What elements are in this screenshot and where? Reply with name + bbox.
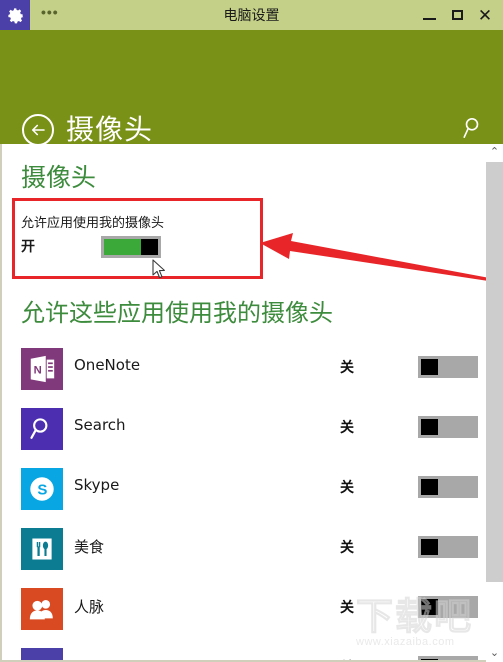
toggle-thumb bbox=[421, 359, 438, 375]
camera-permission-label: 允许应用使用我的摄像头 bbox=[21, 216, 165, 231]
camera-section-heading: 摄像头 bbox=[21, 163, 97, 192]
onenote-icon: N bbox=[21, 348, 63, 390]
people-icon bbox=[21, 588, 63, 630]
maximize-button[interactable] bbox=[443, 0, 471, 30]
red-pointer-arrow bbox=[260, 233, 495, 282]
camera-permission-toggle[interactable] bbox=[101, 236, 161, 258]
app-state: 关 bbox=[340, 420, 354, 436]
app-name: 日历 bbox=[74, 656, 104, 660]
apps-section-heading: 允许这些应用使用我的摄像头 bbox=[21, 299, 333, 327]
app-row-calendar[interactable]: 日历 关 bbox=[2, 648, 478, 660]
app-state: 关 bbox=[340, 360, 354, 376]
toggle-track-fill bbox=[438, 539, 475, 555]
app-row-onenote[interactable]: N OneNote 关 bbox=[2, 348, 478, 400]
app-toggle[interactable] bbox=[418, 356, 478, 378]
toggle-thumb bbox=[421, 539, 438, 555]
app-name: Skype bbox=[74, 476, 120, 494]
app-row-skype[interactable]: S Skype 关 bbox=[2, 468, 478, 520]
settings-content: 摄像头 允许应用使用我的摄像头 开 允许这些应用使用我的摄像头 N OneNot… bbox=[0, 144, 503, 662]
window-titlebar: ••• 电脑设置 ✕ bbox=[0, 0, 503, 30]
search-app-icon bbox=[21, 408, 63, 450]
camera-permission-state: 开 bbox=[21, 239, 35, 255]
toggle-thumb bbox=[141, 239, 158, 255]
pc-settings-window: ••• 电脑设置 ✕ 摄像头 摄像头 允许应用使用我的摄像头 开 允许这些应用使… bbox=[0, 0, 503, 662]
toggle-track-fill bbox=[438, 599, 475, 615]
app-toggle[interactable] bbox=[418, 596, 478, 618]
scroll-up-chevron-icon[interactable]: ⌃ bbox=[486, 144, 503, 161]
app-toggle[interactable] bbox=[418, 476, 478, 498]
app-row-people[interactable]: 人脉 关 bbox=[2, 588, 478, 640]
calendar-icon bbox=[21, 648, 63, 660]
toggle-thumb bbox=[421, 419, 438, 435]
app-toggle[interactable] bbox=[418, 416, 478, 438]
scroll-down-chevron-icon[interactable]: ⌄ bbox=[486, 645, 503, 662]
app-state: 关 bbox=[340, 540, 354, 556]
close-button[interactable]: ✕ bbox=[471, 0, 499, 30]
app-state: 关 bbox=[340, 657, 354, 660]
toggle-thumb bbox=[421, 479, 438, 495]
settings-app-icon[interactable] bbox=[0, 0, 30, 30]
app-row-food[interactable]: 美食 关 bbox=[2, 528, 478, 580]
back-button[interactable] bbox=[22, 114, 54, 146]
svg-text:N: N bbox=[34, 365, 42, 377]
toggle-track-fill bbox=[104, 239, 141, 255]
vertical-scrollbar[interactable]: ⌃ ⌄ bbox=[486, 144, 503, 662]
minimize-button[interactable] bbox=[415, 0, 443, 30]
app-state: 关 bbox=[340, 480, 354, 496]
toggle-thumb bbox=[421, 599, 438, 615]
app-name: 人脉 bbox=[74, 598, 105, 616]
mouse-cursor bbox=[152, 259, 165, 279]
search-icon[interactable] bbox=[461, 116, 483, 140]
window-controls: ✕ bbox=[415, 0, 499, 30]
app-name: Search bbox=[74, 416, 126, 434]
app-name: 美食 bbox=[74, 538, 105, 556]
gear-icon bbox=[7, 7, 23, 23]
toggle-track-fill bbox=[438, 359, 475, 375]
toggle-track-fill bbox=[438, 479, 475, 495]
app-toggle[interactable] bbox=[418, 536, 478, 558]
page-header: 摄像头 bbox=[0, 30, 503, 146]
svg-text:S: S bbox=[37, 482, 47, 499]
scrollbar-thumb[interactable] bbox=[486, 162, 503, 582]
back-arrow-icon bbox=[31, 124, 45, 136]
skype-icon: S bbox=[21, 468, 63, 510]
food-icon bbox=[21, 528, 63, 570]
app-toggle[interactable] bbox=[418, 656, 478, 660]
titlebar-menu-ellipsis[interactable]: ••• bbox=[41, 5, 59, 24]
toggle-track-fill bbox=[438, 419, 475, 435]
page-title: 摄像头 bbox=[66, 113, 154, 146]
app-row-search[interactable]: Search 关 bbox=[2, 408, 478, 460]
app-name: OneNote bbox=[74, 356, 141, 374]
app-state: 关 bbox=[340, 600, 354, 616]
